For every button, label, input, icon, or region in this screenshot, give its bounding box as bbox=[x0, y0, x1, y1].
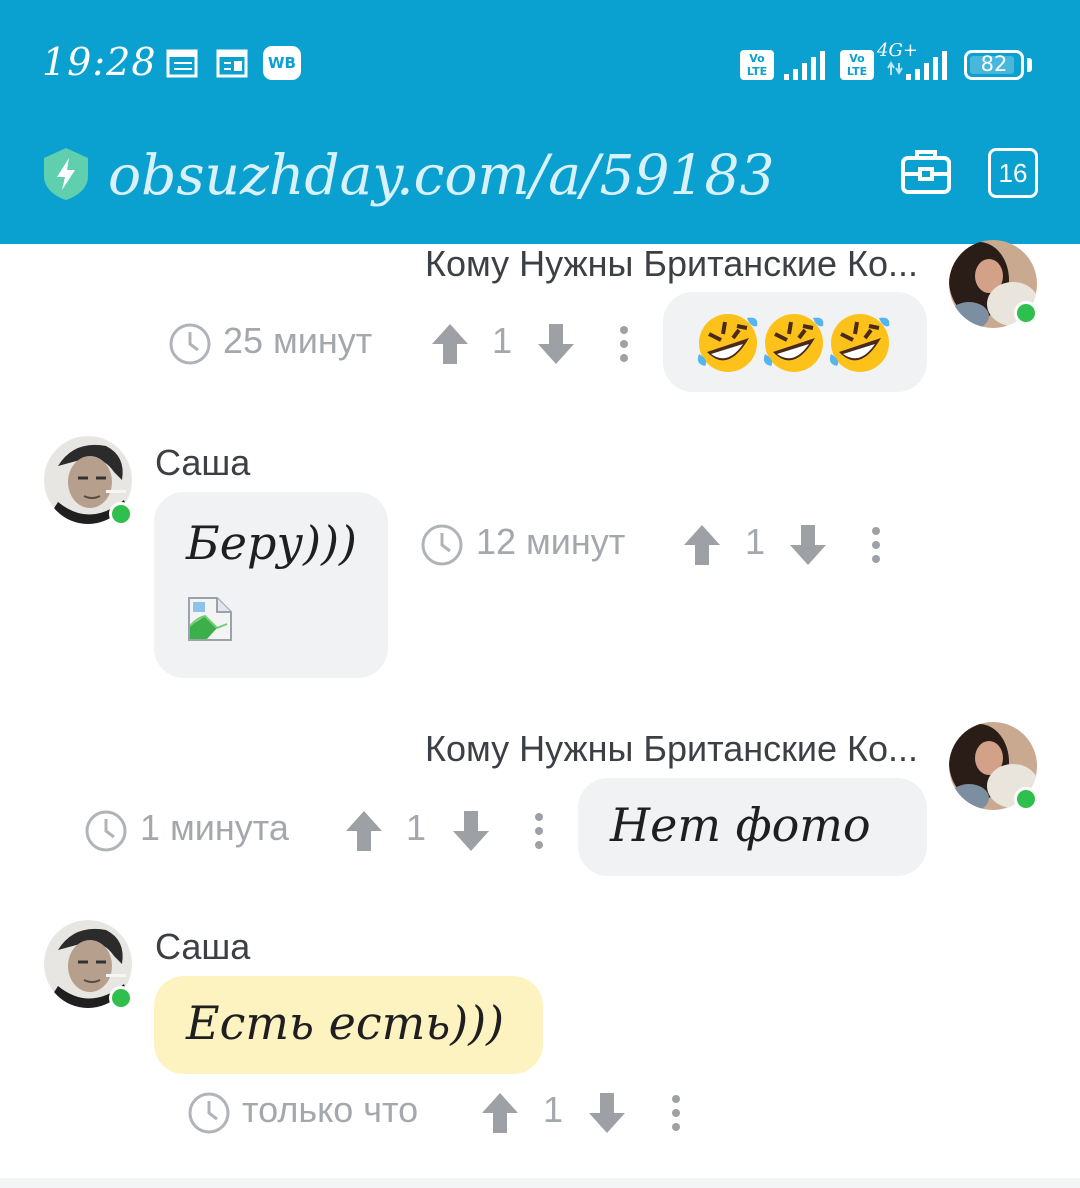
downvote-arrow-icon[interactable] bbox=[788, 523, 828, 567]
message-text: Есть есть))) bbox=[186, 996, 505, 1050]
secure-shield-icon[interactable] bbox=[42, 146, 90, 202]
more-options-icon[interactable] bbox=[866, 525, 886, 565]
tabs-button[interactable]: 16 bbox=[988, 148, 1038, 198]
comment-author[interactable]: Саша bbox=[155, 926, 250, 968]
url-field[interactable]: obsuzhday.com/a/59183 bbox=[108, 140, 866, 210]
upvote-arrow-icon[interactable] bbox=[344, 809, 384, 853]
signal-strength-icon bbox=[784, 51, 825, 80]
message-bubble[interactable]: Беру))) bbox=[154, 492, 388, 678]
comment-author[interactable]: Кому Нужны Британские Ко... bbox=[425, 728, 918, 770]
online-status-indicator bbox=[109, 502, 133, 526]
online-status-indicator bbox=[109, 986, 133, 1010]
battery-level: 82 bbox=[980, 52, 1008, 76]
online-status-indicator bbox=[1014, 787, 1038, 811]
message-bubble[interactable]: Есть есть))) bbox=[154, 976, 543, 1074]
more-options-icon[interactable] bbox=[529, 811, 549, 851]
wb-app-icon: WB bbox=[263, 46, 301, 80]
battery-icon: 82 bbox=[964, 50, 1024, 80]
signal-strength-icon-2 bbox=[887, 51, 947, 80]
message-time: только что bbox=[242, 1089, 419, 1130]
calendar-icon bbox=[166, 49, 198, 78]
broken-image-icon bbox=[188, 597, 232, 641]
status-time: 19:28 bbox=[42, 40, 157, 84]
vote-count: 1 bbox=[543, 1089, 564, 1130]
downvote-arrow-icon[interactable] bbox=[587, 1091, 627, 1135]
message-time: 1 минута bbox=[140, 807, 289, 848]
toolbox-icon[interactable] bbox=[900, 148, 952, 196]
rolling-laughing-emoji-icon bbox=[697, 314, 890, 372]
downvote-arrow-icon[interactable] bbox=[536, 322, 576, 366]
vote-count: 1 bbox=[492, 320, 513, 361]
comment-author[interactable]: Кому Нужны Британские Ко... bbox=[425, 243, 918, 285]
vote-count: 1 bbox=[745, 521, 766, 562]
more-options-icon[interactable] bbox=[666, 1093, 686, 1133]
upvote-arrow-icon[interactable] bbox=[682, 523, 722, 567]
browser-header: 19:28 WB Vo LTE Vo LTE 4G+ 82 obsuzhday.… bbox=[0, 0, 1080, 244]
comment-author[interactable]: Саша bbox=[155, 442, 250, 484]
clock-icon bbox=[421, 524, 463, 566]
divider bbox=[0, 1178, 1080, 1188]
vote-count: 1 bbox=[406, 807, 427, 848]
message-text: Нет фото bbox=[610, 798, 871, 852]
upvote-arrow-icon[interactable] bbox=[480, 1091, 520, 1135]
upvote-arrow-icon[interactable] bbox=[430, 322, 470, 366]
clock-icon bbox=[188, 1092, 230, 1134]
clock-icon bbox=[169, 323, 211, 365]
more-options-icon[interactable] bbox=[614, 324, 634, 364]
online-status-indicator bbox=[1014, 301, 1038, 325]
volte-icon-2: Vo LTE bbox=[840, 50, 874, 80]
message-text: Беру))) bbox=[186, 516, 357, 570]
volte-icon: Vo LTE bbox=[740, 50, 774, 80]
news-icon bbox=[216, 49, 248, 78]
downvote-arrow-icon[interactable] bbox=[451, 809, 491, 853]
message-time: 12 минут bbox=[476, 521, 626, 562]
message-bubble[interactable] bbox=[663, 292, 927, 392]
message-time: 25 минут bbox=[223, 320, 373, 361]
message-bubble[interactable]: Нет фото bbox=[578, 778, 927, 876]
clock-icon bbox=[85, 810, 127, 852]
